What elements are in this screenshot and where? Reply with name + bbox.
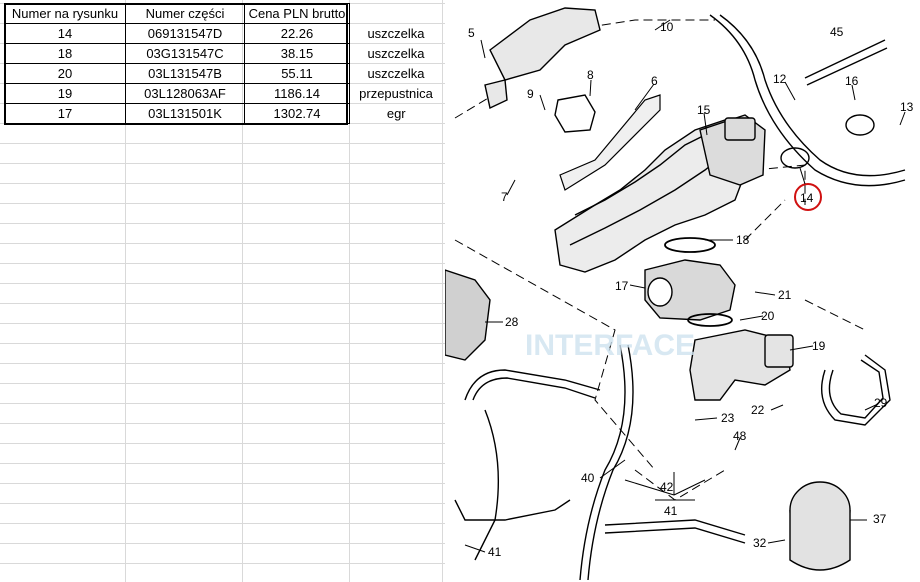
label-13: 13	[900, 100, 914, 114]
table-header-row: Numer na rysunku Numer części Cena PLN b…	[4, 3, 443, 24]
label-5: 5	[468, 26, 475, 40]
label-21: 21	[778, 288, 792, 302]
canister-shape	[789, 481, 851, 571]
flange-shape	[845, 114, 875, 136]
table-row: 20 03L131547B 55.11 uszczelka	[4, 63, 443, 84]
label-15: 15	[697, 103, 711, 117]
cell-part-number[interactable]: 03G131547C	[125, 43, 245, 64]
cell-description[interactable]: egr	[350, 104, 443, 124]
label-23: 23	[721, 411, 735, 425]
label-20: 20	[761, 309, 775, 323]
cell-part-number[interactable]: 03L128063AF	[125, 83, 245, 104]
watermark-text: INTERFACE	[525, 329, 695, 362]
cell-drawing-number[interactable]: 14	[4, 23, 126, 44]
table-row: 14 069131547D 22.26 uszczelka	[4, 23, 443, 44]
label-41: 41	[488, 545, 502, 559]
cell-drawing-number[interactable]: 20	[4, 63, 126, 84]
label-22: 22	[751, 403, 765, 417]
upper-pipe-shape	[484, 7, 601, 110]
label-40: 40	[581, 471, 595, 485]
cell-description[interactable]: przepustnica	[350, 84, 443, 104]
label-29: 29	[874, 396, 888, 410]
cell-part-number[interactable]: 03L131501K	[125, 103, 245, 124]
plate-shape	[554, 94, 596, 133]
cooler-shape	[445, 269, 491, 361]
label-14: 14	[800, 191, 814, 205]
label-10: 10	[660, 20, 674, 34]
table-row: 19 03L128063AF 1186.14 przepustnica	[4, 83, 443, 104]
cell-drawing-number[interactable]: 17	[4, 103, 126, 124]
cell-part-number[interactable]: 069131547D	[125, 23, 245, 44]
cell-price[interactable]: 22.26	[244, 23, 350, 44]
parts-table: Numer na rysunku Numer części Cena PLN b…	[4, 3, 443, 124]
parts-diagram: INTERFACE 5 10 45 8 6 9 12 16 13 15 14 7…	[445, 7, 914, 581]
header-price[interactable]: Cena PLN brutto	[244, 3, 350, 24]
label-7: 7	[501, 190, 508, 204]
label-9: 9	[527, 87, 534, 101]
label-42: 42	[660, 480, 674, 494]
table-row: 18 03G131547C 38.15 uszczelka	[4, 43, 443, 64]
cell-description[interactable]: uszczelka	[350, 44, 443, 64]
cell-price[interactable]: 1186.14	[244, 83, 350, 104]
cell-description[interactable]: uszczelka	[350, 64, 443, 84]
label-16: 16	[845, 74, 859, 88]
label-37: 37	[873, 512, 887, 526]
label-18: 18	[736, 233, 750, 247]
label-6: 6	[651, 74, 658, 88]
header-drawing-number[interactable]: Numer na rysunku	[4, 3, 126, 24]
label-28: 28	[505, 315, 519, 329]
cell-price[interactable]: 1302.74	[244, 103, 350, 124]
pipe-shape	[689, 329, 794, 401]
label-8: 8	[587, 68, 594, 82]
dashed-boundary	[454, 19, 866, 501]
table-row: 17 03L131501K 1302.74 egr	[4, 103, 443, 124]
cell-part-number[interactable]: 03L131547B	[125, 63, 245, 84]
cell-description[interactable]: uszczelka	[350, 24, 443, 44]
cell-drawing-number[interactable]: 18	[4, 43, 126, 64]
empty-cell[interactable]	[350, 4, 443, 24]
hose-shape	[821, 354, 891, 426]
label-45: 45	[830, 25, 844, 39]
label-19: 19	[812, 339, 826, 353]
label-48: 48	[733, 429, 747, 443]
label-12: 12	[773, 72, 787, 86]
header-part-number[interactable]: Numer części	[125, 3, 245, 24]
cell-drawing-number[interactable]: 19	[4, 83, 126, 104]
cell-price[interactable]: 55.11	[244, 63, 350, 84]
label-32: 32	[753, 536, 767, 550]
egr-valve-shape	[644, 259, 736, 321]
label-17: 17	[615, 279, 629, 293]
cell-price[interactable]: 38.15	[244, 43, 350, 64]
label-41: 41	[664, 504, 678, 518]
